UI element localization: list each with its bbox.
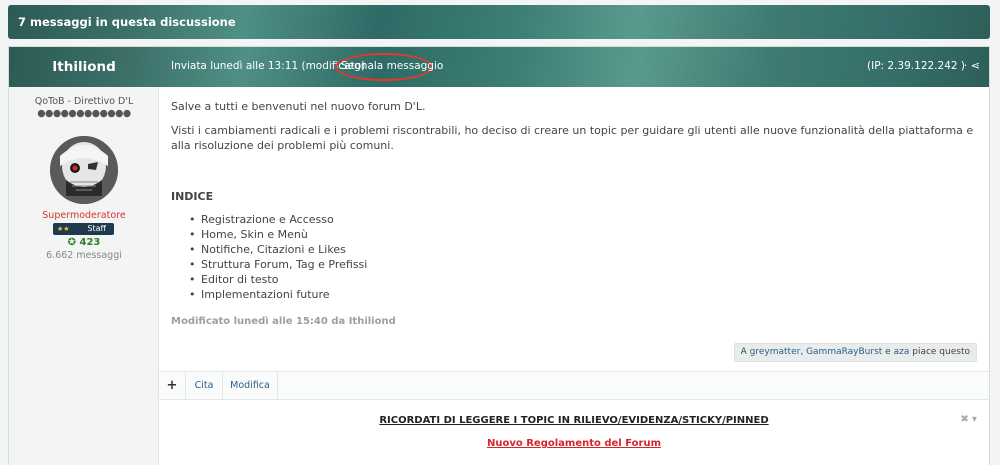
index-item: Registrazione e Accesso	[189, 212, 367, 227]
likes-prefix: A	[740, 347, 747, 357]
index-heading: INDICE	[171, 190, 214, 203]
author-name-link[interactable]: Ithiliond	[9, 47, 159, 87]
index-item: Editor di testo	[189, 272, 367, 287]
edit-button[interactable]: Modifica	[223, 372, 278, 400]
share-icon[interactable]: · ⋖	[964, 59, 980, 72]
edited-note: Modificato lunedì alle 15:40 da Ithilion…	[171, 316, 396, 327]
avatar-image	[50, 136, 118, 204]
index-item: Home, Skin e Menù	[189, 227, 367, 242]
likes-conj: e	[885, 347, 891, 357]
greeting-text: Salve a tutti e benvenuti nel nuovo foru…	[171, 100, 426, 113]
index-item: Implementazioni future	[189, 287, 367, 302]
post-actions-bar: + Cita Modifica	[159, 371, 989, 400]
like-user-link[interactable]: aza	[894, 347, 910, 357]
rank-pips: ●●●●●●●●●●●●	[37, 108, 131, 119]
message-count-label: 7 messaggi in questa discussione	[18, 15, 236, 29]
like-user-link[interactable]: greymatter	[750, 347, 801, 357]
badge-stars: ★★	[57, 225, 70, 233]
staff-badge: ★★ Staff	[53, 223, 114, 235]
index-item: Struttura Forum, Tag e Prefissi	[189, 257, 367, 272]
author-group: Supermoderatore	[42, 210, 126, 221]
intro-text: Visti i cambiamenti radicali e i problem…	[171, 124, 974, 152]
quote-button[interactable]: Cita	[186, 372, 223, 400]
index-item: Notifiche, Citazioni e Likes	[189, 242, 367, 257]
author-sidebar: QoToB - Direttivo D'L ●●●●●●●●●●●● Super…	[9, 87, 159, 465]
index-list: Registrazione e Accesso Home, Skin e Men…	[189, 212, 367, 302]
likes-sep: ,	[800, 347, 804, 357]
post-header: Ithiliond Inviata lunedì alle 13:11 (mod…	[9, 47, 989, 87]
like-user-link[interactable]: GammaRayBurst	[806, 347, 882, 357]
multiquote-button[interactable]: +	[159, 372, 186, 400]
reputation-count: ✪ 423	[67, 237, 101, 248]
topic-header-bar: 7 messaggi in questa discussione	[8, 5, 990, 39]
announcement-box: RICORDATI DI LEGGERE I TOPIC IN RILIEVO/…	[159, 400, 989, 465]
message-count: 6.662 messaggi	[46, 250, 122, 261]
close-icon[interactable]: ✖ ▾	[960, 414, 977, 425]
likes-box: A greymatter, GammaRayBurst e aza piace …	[733, 343, 977, 362]
badge-label: Staff	[87, 224, 106, 233]
rules-link[interactable]: Nuovo Regolamento del Forum	[159, 438, 989, 449]
report-message-link[interactable]: Segnala messaggio	[341, 60, 443, 72]
likes-suffix: piace questo	[912, 347, 970, 357]
author-rank: QoToB - Direttivo D'L	[34, 96, 134, 107]
ip-address-label: (IP: 2.39.122.242 )	[867, 60, 965, 72]
sticky-notice-link[interactable]: RICORDATI DI LEGGERE I TOPIC IN RILIEVO/…	[159, 415, 989, 426]
post: Ithiliond Inviata lunedì alle 13:11 (mod…	[8, 46, 990, 465]
avatar[interactable]	[50, 136, 118, 204]
